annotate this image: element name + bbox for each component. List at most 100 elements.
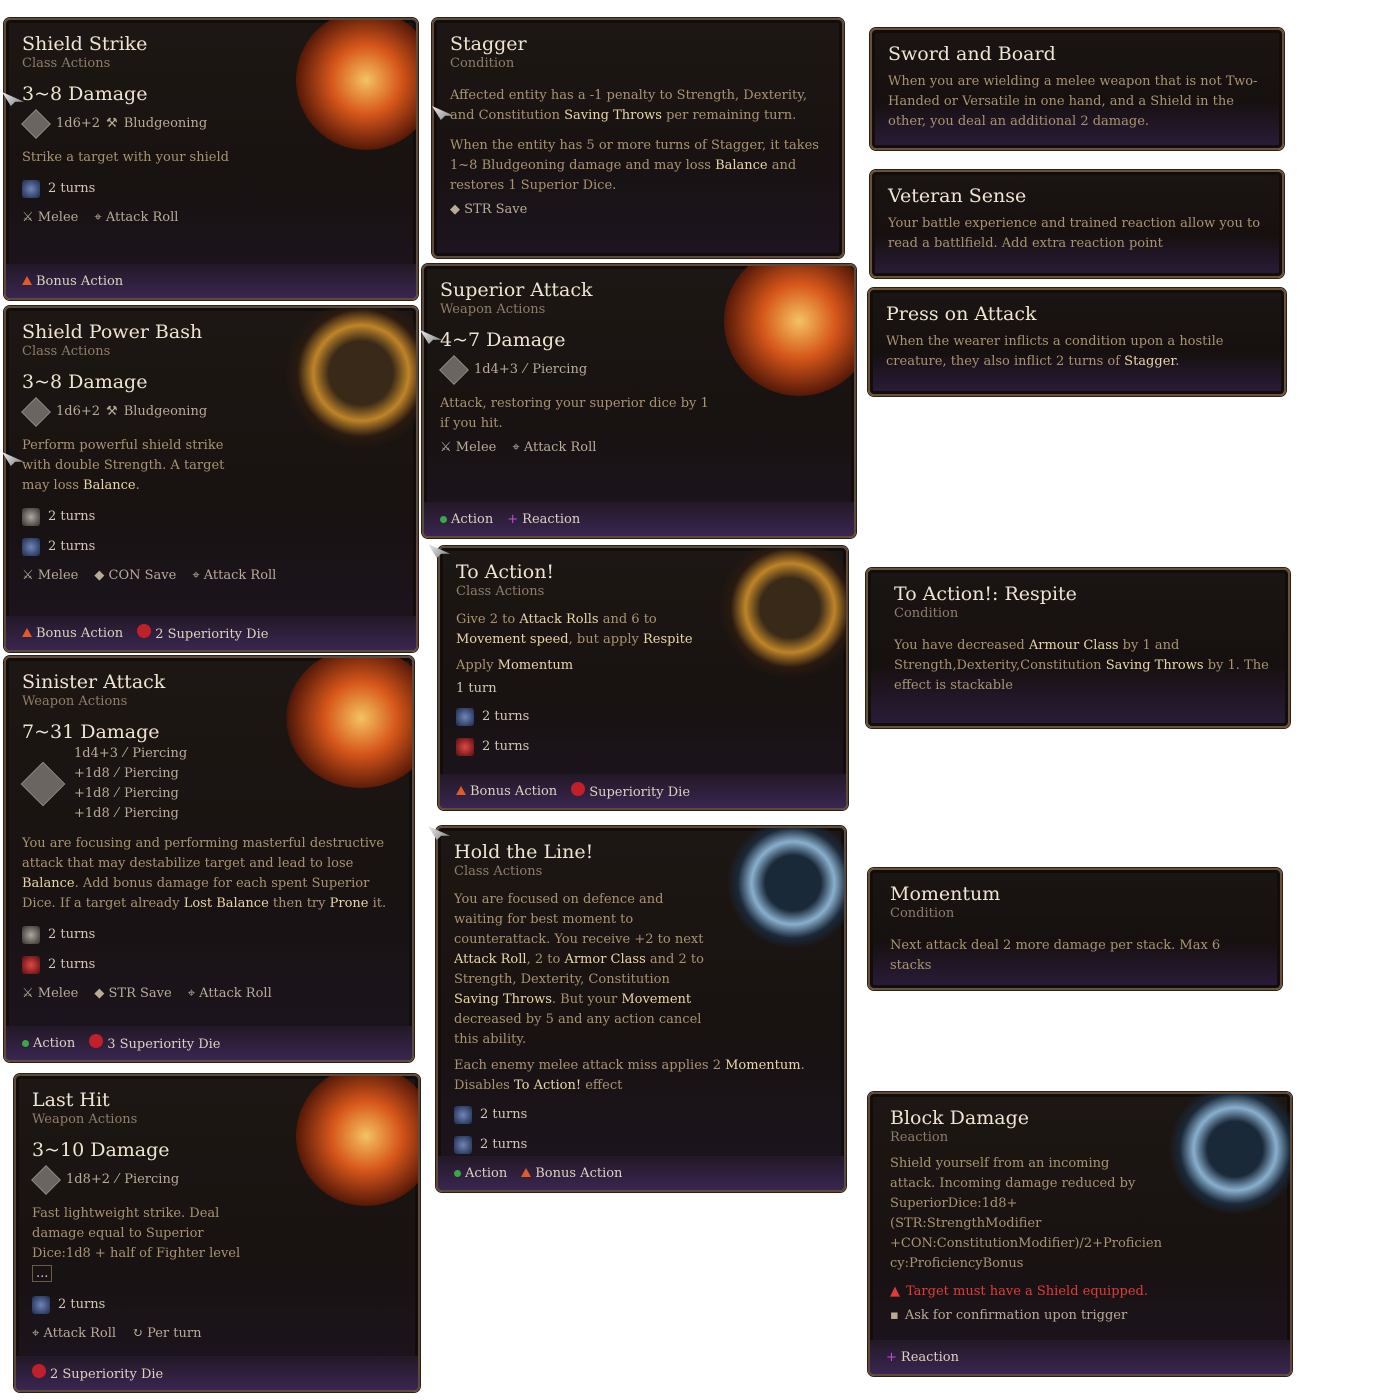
duration-row: 2 turns xyxy=(456,732,830,762)
momentum-tooltip: Momentum Condition Next attack deal 2 mo… xyxy=(868,868,1282,990)
tooltip-title: Superior Attack xyxy=(440,279,593,301)
tooltip-description: Next attack deal 2 more damage per stack… xyxy=(890,938,1221,973)
daze-status-icon xyxy=(22,180,40,198)
bonus-action-cost: Bonus Action xyxy=(456,784,557,799)
tag-row: ⚔ Melee ◆ STR Save ⌖ Attack Roll xyxy=(22,986,396,1001)
tooltip-description: You are focused on defence and waiting f… xyxy=(454,892,704,1047)
attack-roll-tag: ⌖ Attack Roll xyxy=(32,1326,117,1341)
tooltip-title: Shield Power Bash xyxy=(22,321,203,343)
damage-roll: 1d6+2 ⚒ Bludgeoning xyxy=(21,397,400,427)
tooltip-category: Class Actions xyxy=(22,56,111,71)
tooltip-footer: 2 Superiority Die xyxy=(16,1356,418,1390)
confirmation-note: ▪ Ask for confirmation upon trigger xyxy=(890,1304,1274,1328)
press-on-attack-tooltip: Press on Attack When the wearer inflicts… xyxy=(868,288,1286,396)
tooltip-category: Class Actions xyxy=(454,864,543,879)
d4-die-icon xyxy=(439,355,469,385)
superiority-die-icon xyxy=(571,782,586,796)
tag-row: ◆ STR Save xyxy=(450,202,826,217)
duration-row: 2 turns xyxy=(22,532,400,562)
tooltip-title: Momentum xyxy=(890,883,1001,905)
tooltip-footer: + Reaction xyxy=(870,1340,1290,1374)
melee-tag: ⚔ Melee xyxy=(440,440,497,455)
action-cost: Action xyxy=(22,1036,75,1051)
tooltip-title: To Action! xyxy=(456,561,555,583)
hold-the-line-tooltip: Hold the Line! Class Actions You are foc… xyxy=(436,826,846,1192)
attack-roll-tag: ⌖ Attack Roll xyxy=(512,440,597,455)
tooltip-title: Shield Strike xyxy=(22,33,148,55)
bonus-action-cost: Bonus Action xyxy=(521,1166,622,1181)
speech-bubble-icon: ▪ xyxy=(890,1308,899,1323)
attack-roll-tag: ⌖ Attack Roll xyxy=(192,568,277,583)
tooltip-description: Strike a target with your shield xyxy=(22,150,229,165)
apply-line: Apply Momentum xyxy=(456,658,574,673)
damage-range: 4~7 Damage xyxy=(440,329,566,351)
tooltip-description: You have decreased Armour Class by 1 and… xyxy=(894,638,1269,693)
con-save-tag: ◆ CON Save xyxy=(94,568,177,583)
bonus-action-icon xyxy=(521,1167,532,1177)
damage-range: 7~31 Damage xyxy=(22,721,160,743)
stagger-tooltip: Stagger Condition Affected entity has a … xyxy=(432,18,844,258)
bonus-action-icon xyxy=(22,275,32,285)
damage-roll: 1d6+2 ⚒ Bludgeoning xyxy=(21,109,400,139)
multi-dice-icon xyxy=(20,761,66,807)
d8-die-icon xyxy=(31,1165,61,1195)
tooltip-footer: Action + Reaction xyxy=(424,502,854,536)
tooltip-description: Your battle experience and trained react… xyxy=(888,216,1261,251)
tooltip-description: You are focusing and performing masterfu… xyxy=(22,836,387,911)
superiority-die-cost: 2 Superiority Die xyxy=(32,1364,163,1382)
tooltip-description: Perform powerful shield strike with doub… xyxy=(22,438,225,493)
damage-range: 3~8 Damage xyxy=(22,83,148,105)
damage-roll: +1d8 ⁄ Piercing xyxy=(74,766,179,781)
superiority-die-cost: 3 Superiority Die xyxy=(89,1034,221,1052)
tooltip-category: Condition xyxy=(450,56,515,71)
tooltip-category: Weapon Actions xyxy=(32,1112,138,1127)
off-balance-status-icon xyxy=(22,508,40,526)
tooltip-category: Condition xyxy=(894,606,959,621)
damage-roll: 1d8+2 ⁄ Piercing xyxy=(31,1165,402,1195)
prone-status-icon xyxy=(22,956,40,974)
tag-row: ⌖ Attack Roll ↻ Per turn xyxy=(32,1326,402,1341)
last-hit-tooltip: Last Hit Weapon Actions 3~10 Damage 1d8+… xyxy=(14,1074,420,1392)
duration-row: 2 turns xyxy=(22,950,396,980)
d6-die-icon xyxy=(21,397,51,427)
warning-icon: ▲ xyxy=(890,1284,900,1299)
off-balance-status-icon xyxy=(22,926,40,944)
action-cost: Action xyxy=(454,1166,507,1181)
tooltip-description: Affected entity has a -1 penalty to Stre… xyxy=(450,88,807,123)
hammer-icon: ⚒ xyxy=(106,404,118,419)
sword-and-board-tooltip: Sword and Board When you are wielding a … xyxy=(870,28,1284,150)
tooltip-title: Hold the Line! xyxy=(454,841,594,863)
bonus-action-icon xyxy=(456,785,466,795)
reaction-cost: + Reaction xyxy=(886,1349,959,1365)
hammer-icon: ⚒ xyxy=(106,116,118,131)
tooltip-category: Condition xyxy=(890,906,955,921)
tooltip-title: Press on Attack xyxy=(886,303,1037,325)
tooltip-footer: Bonus Action xyxy=(6,264,416,298)
melee-tag: ⚔ Melee xyxy=(22,210,79,225)
action-icon xyxy=(454,1169,461,1177)
tooltip-title: Last Hit xyxy=(32,1089,110,1111)
superiority-die-icon xyxy=(137,624,152,638)
tooltip-description: Shield yourself from an incoming attack.… xyxy=(890,1156,1162,1271)
tooltip-footer: Bonus Action Superiority Die xyxy=(440,774,846,808)
damage-roll: +1d8 ⁄ Piercing xyxy=(74,786,179,801)
tag-row: ⚔ Melee ⌖ Attack Roll xyxy=(22,210,400,225)
tooltip-description-extra: Each enemy melee attack miss applies 2 M… xyxy=(454,1058,805,1093)
damage-roll: 1d4+3 ⁄ Piercing xyxy=(439,355,838,385)
tooltip-title: Stagger xyxy=(450,33,527,55)
shield-strike-tooltip: Shield Strike Class Actions 3~8 Damage 1… xyxy=(4,18,418,300)
damage-rolls: 1d4+3 ⁄ Piercing +1d8 ⁄ Piercing +1d8 ⁄ … xyxy=(20,744,396,824)
superiority-die-icon xyxy=(32,1364,46,1378)
bonus-action-icon xyxy=(22,627,32,637)
superiority-die-icon xyxy=(89,1034,104,1048)
tooltip-title: Veteran Sense xyxy=(888,185,1027,207)
superiority-die-cost: 2 Superiority Die xyxy=(137,624,268,642)
tooltip-title: Block Damage xyxy=(890,1107,1029,1129)
reaction-icon: + xyxy=(886,1349,897,1365)
d6-die-icon xyxy=(21,109,51,139)
tooltip-title: Sinister Attack xyxy=(22,671,166,693)
status-icon xyxy=(456,708,474,726)
veteran-sense-tooltip: Veteran Sense Your battle experience and… xyxy=(870,170,1284,278)
more-button[interactable]: ... xyxy=(32,1265,53,1282)
reaction-icon: + xyxy=(507,511,519,527)
